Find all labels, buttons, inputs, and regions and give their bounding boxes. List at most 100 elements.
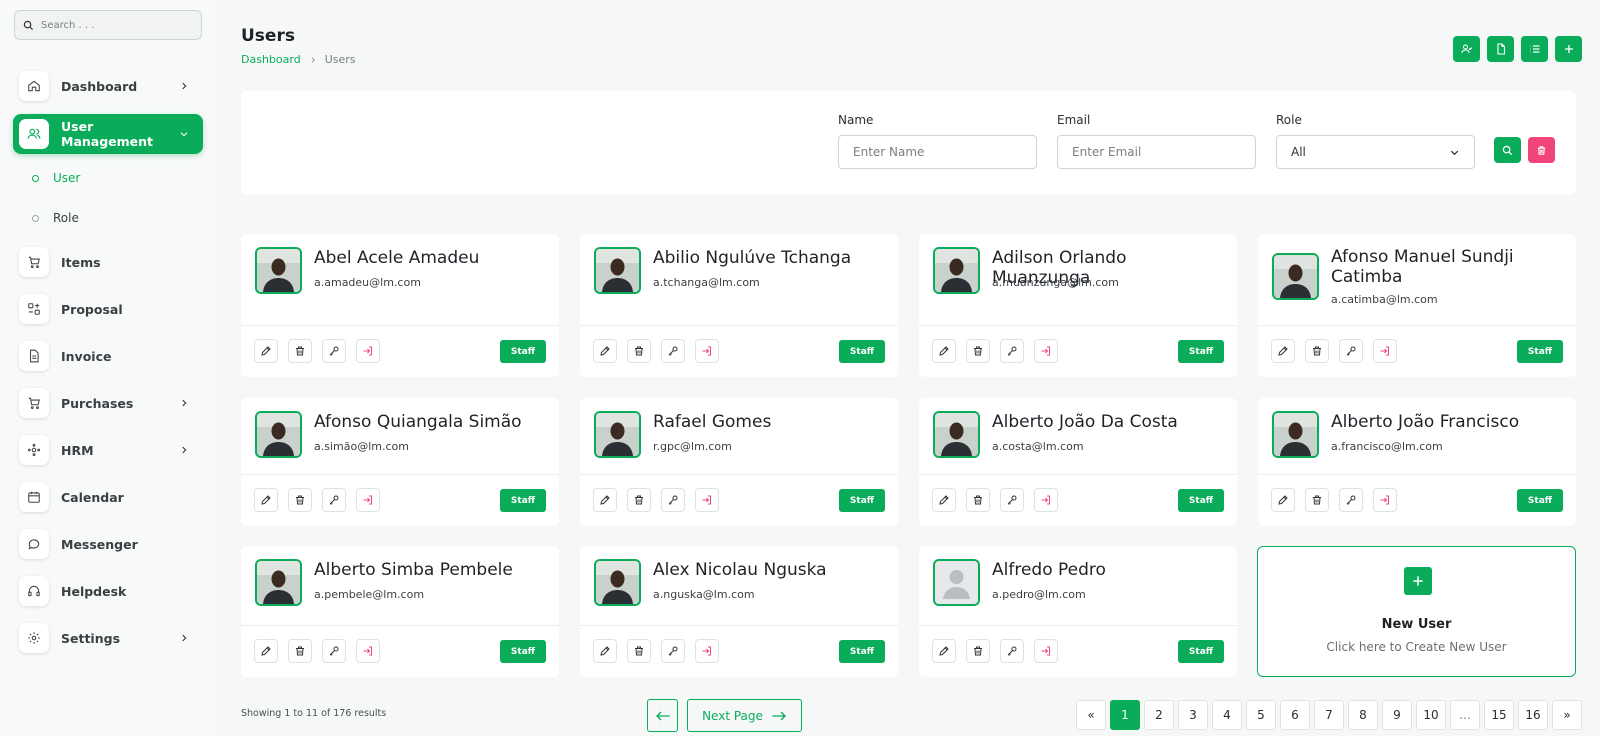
delete-button[interactable] [627, 639, 651, 663]
breadcrumb-home-link[interactable]: Dashboard [241, 53, 301, 66]
login-as-button[interactable] [695, 339, 719, 363]
search-box[interactable] [14, 10, 202, 40]
login-as-button[interactable] [356, 339, 380, 363]
login-as-button[interactable] [1373, 339, 1397, 363]
user-name[interactable]: Alfredo Pedro [992, 560, 1230, 580]
login-as-button[interactable] [1034, 639, 1058, 663]
user-name[interactable]: Alberto Simba Pembele [314, 560, 552, 580]
page-button[interactable]: 15 [1484, 700, 1514, 730]
add-user-button[interactable] [1555, 36, 1582, 62]
delete-button[interactable] [627, 339, 651, 363]
edit-button[interactable] [254, 488, 278, 512]
email-input[interactable] [1057, 135, 1256, 169]
edit-button[interactable] [254, 639, 278, 663]
sidebar-item-purchases[interactable]: Purchases [13, 383, 203, 423]
user-name[interactable]: Alberto João Da Costa [992, 412, 1230, 432]
role-badge[interactable]: Staff [500, 640, 546, 663]
sidebar-subitem-user[interactable]: User [32, 168, 80, 188]
pagination-ellipsis[interactable]: ... [1450, 700, 1480, 730]
reset-password-button[interactable] [1000, 488, 1024, 512]
export-button[interactable] [1487, 36, 1514, 62]
role-badge[interactable]: Staff [1517, 489, 1563, 512]
user-name[interactable]: Alex Nicolau Nguska [653, 560, 891, 580]
reset-password-button[interactable] [661, 488, 685, 512]
sidebar-item-messenger[interactable]: Messenger [13, 524, 203, 564]
page-button[interactable]: 8 [1348, 700, 1378, 730]
login-as-button[interactable] [1034, 488, 1058, 512]
login-as-button[interactable] [695, 639, 719, 663]
login-as-button[interactable] [1034, 339, 1058, 363]
edit-button[interactable] [593, 339, 617, 363]
sidebar-item-invoice[interactable]: Invoice [13, 336, 203, 376]
reset-password-button[interactable] [322, 339, 346, 363]
reset-password-button[interactable] [1339, 488, 1363, 512]
delete-button[interactable] [288, 488, 312, 512]
login-as-button[interactable] [356, 488, 380, 512]
page-button[interactable]: 1 [1110, 700, 1140, 730]
delete-button[interactable] [966, 639, 990, 663]
delete-button[interactable] [288, 339, 312, 363]
role-badge[interactable]: Staff [500, 489, 546, 512]
search-input[interactable] [41, 19, 191, 31]
next-page-button[interactable]: Next Page [687, 699, 802, 732]
sidebar-item-hrm[interactable]: HRM [13, 430, 203, 470]
edit-button[interactable] [1271, 339, 1295, 363]
page-button[interactable]: 2 [1144, 700, 1174, 730]
reset-password-button[interactable] [661, 639, 685, 663]
sidebar-item-proposal[interactable]: Proposal [13, 289, 203, 329]
reset-password-button[interactable] [1000, 639, 1024, 663]
sidebar-item-items[interactable]: Items [13, 242, 203, 282]
page-button[interactable]: 9 [1382, 700, 1412, 730]
delete-button[interactable] [288, 639, 312, 663]
clear-filter-button[interactable] [1528, 137, 1555, 163]
first-page-button[interactable]: « [1076, 700, 1106, 730]
delete-button[interactable] [966, 488, 990, 512]
new-user-card[interactable]: New User Click here to Create New User [1257, 546, 1576, 677]
user-name[interactable]: Abel Acele Amadeu [314, 248, 552, 268]
name-input[interactable] [838, 135, 1037, 169]
edit-button[interactable] [1271, 488, 1295, 512]
edit-button[interactable] [932, 488, 956, 512]
search-button[interactable] [1494, 137, 1521, 163]
page-button[interactable]: 6 [1280, 700, 1310, 730]
user-name[interactable]: Rafael Gomes [653, 412, 891, 432]
page-button[interactable]: 7 [1314, 700, 1344, 730]
list-view-button[interactable] [1521, 36, 1548, 62]
role-badge[interactable]: Staff [1178, 340, 1224, 363]
reset-password-button[interactable] [661, 339, 685, 363]
edit-button[interactable] [932, 639, 956, 663]
role-badge[interactable]: Staff [1178, 489, 1224, 512]
page-button[interactable]: 5 [1246, 700, 1276, 730]
previous-page-button[interactable] [647, 699, 678, 732]
role-badge[interactable]: Staff [1178, 640, 1224, 663]
last-page-button[interactable]: » [1552, 700, 1582, 730]
sidebar-item-helpdesk[interactable]: Helpdesk [13, 571, 203, 611]
delete-button[interactable] [966, 339, 990, 363]
page-button[interactable]: 16 [1518, 700, 1548, 730]
page-button[interactable]: 3 [1178, 700, 1208, 730]
user-name[interactable]: Afonso Manuel Sundji Catimba [1331, 247, 1569, 287]
page-button[interactable]: 10 [1416, 700, 1446, 730]
sidebar-item-calendar[interactable]: Calendar [13, 477, 203, 517]
sidebar-item-dashboard[interactable]: Dashboard [13, 66, 203, 106]
user-name[interactable]: Afonso Quiangala Simão [314, 412, 552, 432]
reset-password-button[interactable] [322, 639, 346, 663]
delete-button[interactable] [1305, 488, 1329, 512]
user-name[interactable]: Abilio Ngulúve Tchanga [653, 248, 891, 268]
role-badge[interactable]: Staff [839, 489, 885, 512]
sidebar-subitem-role[interactable]: Role [32, 208, 79, 228]
role-select[interactable]: All [1276, 135, 1475, 169]
sidebar-item-user-management[interactable]: User Management [13, 114, 203, 154]
role-badge[interactable]: Staff [839, 340, 885, 363]
role-badge[interactable]: Staff [839, 640, 885, 663]
login-as-button[interactable] [695, 488, 719, 512]
user-name[interactable]: Alberto João Francisco [1331, 412, 1569, 432]
role-badge[interactable]: Staff [1517, 340, 1563, 363]
assign-user-button[interactable] [1453, 36, 1480, 62]
login-as-button[interactable] [1373, 488, 1397, 512]
reset-password-button[interactable] [1000, 339, 1024, 363]
page-button[interactable]: 4 [1212, 700, 1242, 730]
edit-button[interactable] [254, 339, 278, 363]
edit-button[interactable] [593, 488, 617, 512]
delete-button[interactable] [627, 488, 651, 512]
